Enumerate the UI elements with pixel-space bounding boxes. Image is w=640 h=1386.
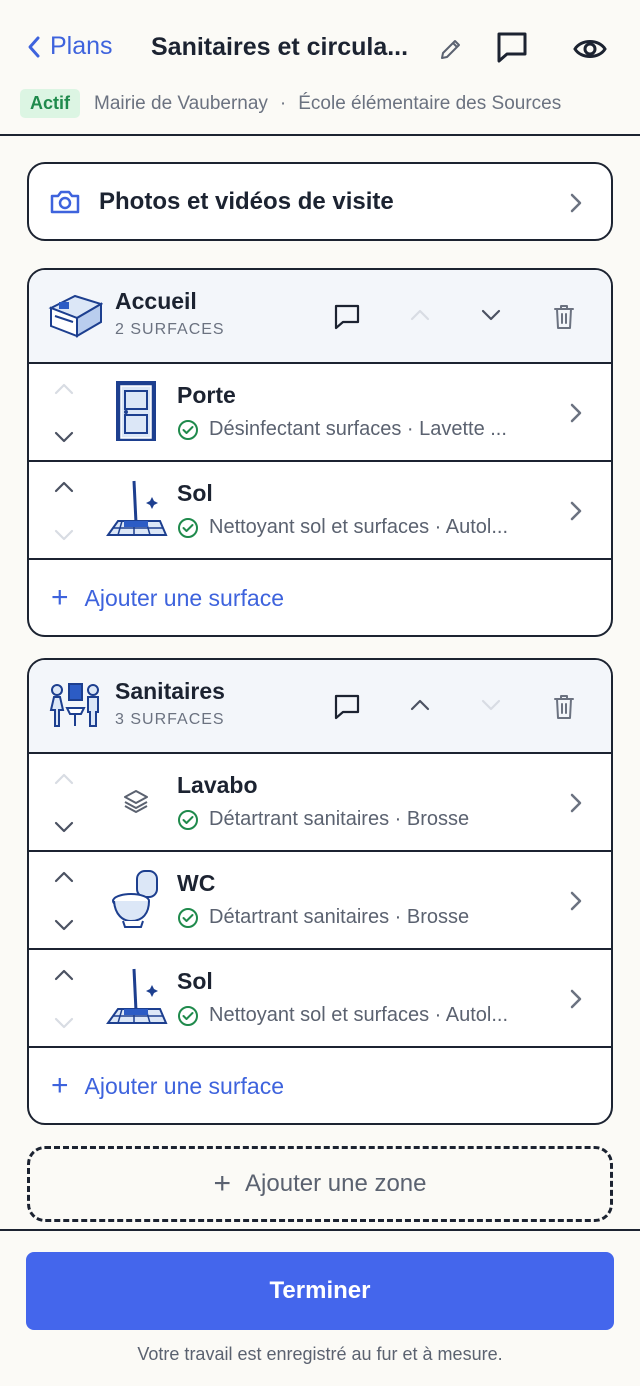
surface-row-lavabo[interactable]: Lavabo Détartrant sanitaires · Brosse [29, 754, 611, 852]
footer: Terminer Votre travail est enregistré au… [0, 1229, 640, 1386]
chevron-right-icon [570, 403, 582, 423]
move-surface-up-icon[interactable] [53, 968, 75, 982]
zone-name: Sanitaires [115, 678, 225, 704]
move-surface-down-icon[interactable] [53, 1016, 75, 1030]
plus-icon: + [51, 1069, 69, 1102]
comment-icon[interactable] [333, 693, 361, 721]
zone-card-accueil: Accueil 2 SURFACES Porte Désinfectant su… [27, 268, 613, 637]
check-circle-icon [178, 517, 198, 538]
surface-products: Désinfectant surfaces · Lavette ... [209, 418, 507, 440]
edit-pencil-icon[interactable] [438, 36, 464, 62]
zone-header: Sanitaires 3 SURFACES [29, 660, 611, 754]
photos-videos-label: Photos et vidéos de visite [99, 187, 394, 215]
surface-products: Détartrant sanitaires · Brosse [209, 906, 470, 928]
surface-name: Sol [177, 480, 213, 506]
surface-name: Lavabo [177, 772, 258, 798]
surface-row-sol[interactable]: Sol Nettoyant sol et surfaces · Autol... [29, 950, 611, 1048]
zone-name: Accueil [115, 288, 197, 314]
move-surface-down-icon[interactable] [53, 820, 75, 834]
surface-details: Détartrant sanitaires · Brosse [177, 906, 549, 929]
camera-icon [50, 190, 80, 213]
move-surface-down-icon[interactable] [53, 918, 75, 932]
trash-icon[interactable] [553, 693, 575, 721]
surface-details: Désinfectant surfaces · Lavette ... [177, 418, 549, 441]
plus-icon: + [51, 581, 69, 614]
breadcrumb-separator: · [279, 92, 287, 114]
floor-mop-icon [106, 480, 168, 536]
floor-mop-illustration [103, 964, 169, 1030]
add-surface-button[interactable]: + Ajouter une surface [29, 560, 611, 635]
door-illustration [103, 378, 169, 444]
top-bar: Plans Sanitaires et circula... Actif Mai… [0, 0, 640, 136]
chevron-right-icon [570, 891, 582, 911]
surface-details: Nettoyant sol et surfaces · Autol... [177, 1004, 549, 1027]
move-surface-down-icon[interactable] [53, 528, 75, 542]
zone-surface-count: 3 SURFACES [115, 711, 225, 728]
move-zone-up-icon[interactable] [409, 698, 431, 712]
surface-details: Détartrant sanitaires · Brosse [177, 808, 549, 831]
move-surface-up-icon[interactable] [53, 870, 75, 884]
status-badge: Actif [20, 89, 80, 118]
page-title: Sanitaires et circula... [151, 33, 409, 61]
chevron-right-icon [570, 193, 582, 213]
chevron-right-icon [570, 989, 582, 1009]
chevron-right-icon [570, 501, 582, 521]
zone-card-sanitaires: Sanitaires 3 SURFACES Lavabo Détartrant … [27, 658, 613, 1125]
surface-name: Porte [177, 382, 236, 408]
floor-mop-illustration [103, 476, 169, 542]
layers-placeholder [103, 768, 169, 834]
eye-icon[interactable] [573, 34, 607, 64]
restroom-icon [49, 683, 99, 727]
chevron-left-icon [28, 36, 40, 57]
autosave-note: Votre travail est enregistré au fur et à… [137, 1344, 503, 1364]
finish-button[interactable]: Terminer [26, 1252, 614, 1330]
zone-surface-count: 2 SURFACES [115, 321, 225, 338]
surface-products: Nettoyant sol et surfaces · Autol... [209, 1004, 509, 1026]
chevron-right-icon [570, 793, 582, 813]
surface-products: Détartrant sanitaires · Brosse [209, 808, 470, 830]
move-zone-up-icon[interactable] [409, 308, 431, 322]
add-surface-label: Ajouter une surface [84, 1072, 284, 1099]
move-surface-up-icon[interactable] [53, 480, 75, 494]
add-zone-label: Ajouter une zone [245, 1170, 427, 1197]
door-icon [116, 381, 156, 441]
breadcrumb-client[interactable]: Mairie de Vaubernay [94, 93, 268, 115]
photos-videos-card[interactable]: Photos et vidéos de visite [27, 162, 613, 241]
floor-mop-icon [106, 968, 168, 1024]
layers-icon [124, 790, 148, 813]
check-circle-icon [178, 1005, 198, 1026]
breadcrumb-site[interactable]: École élémentaire des Sources [298, 93, 561, 115]
back-label: Plans [50, 32, 113, 60]
add-surface-button[interactable]: + Ajouter une surface [29, 1048, 611, 1123]
check-circle-icon [178, 907, 198, 928]
trash-icon[interactable] [553, 303, 575, 331]
zone-header: Accueil 2 SURFACES [29, 270, 611, 364]
breadcrumb: Actif Mairie de Vaubernay · École élémen… [20, 89, 561, 118]
move-surface-up-icon[interactable] [53, 772, 75, 786]
add-zone-button[interactable]: + Ajouter une zone [27, 1146, 613, 1222]
move-surface-down-icon[interactable] [53, 430, 75, 444]
plus-icon: + [213, 1167, 232, 1200]
surface-products: Nettoyant sol et surfaces · Autol... [209, 516, 509, 538]
comment-icon[interactable] [495, 30, 529, 64]
surface-name: WC [177, 870, 216, 896]
toilet-illustration [103, 866, 169, 932]
check-circle-icon [178, 809, 198, 830]
surface-details: Nettoyant sol et surfaces · Autol... [177, 516, 549, 539]
reception-desk-icon [48, 294, 103, 338]
move-zone-down-icon[interactable] [480, 308, 502, 322]
surface-row-porte[interactable]: Porte Désinfectant surfaces · Lavette ..… [29, 364, 611, 462]
add-surface-label: Ajouter une surface [84, 584, 284, 611]
toilet-icon [112, 870, 158, 928]
back-button[interactable]: Plans [26, 32, 113, 61]
surface-name: Sol [177, 968, 213, 994]
surface-row-wc[interactable]: WC Détartrant sanitaires · Brosse [29, 852, 611, 950]
surface-row-sol[interactable]: Sol Nettoyant sol et surfaces · Autol... [29, 462, 611, 560]
move-zone-down-icon[interactable] [480, 698, 502, 712]
move-surface-up-icon[interactable] [53, 382, 75, 396]
check-circle-icon [178, 419, 198, 440]
comment-icon[interactable] [333, 303, 361, 331]
